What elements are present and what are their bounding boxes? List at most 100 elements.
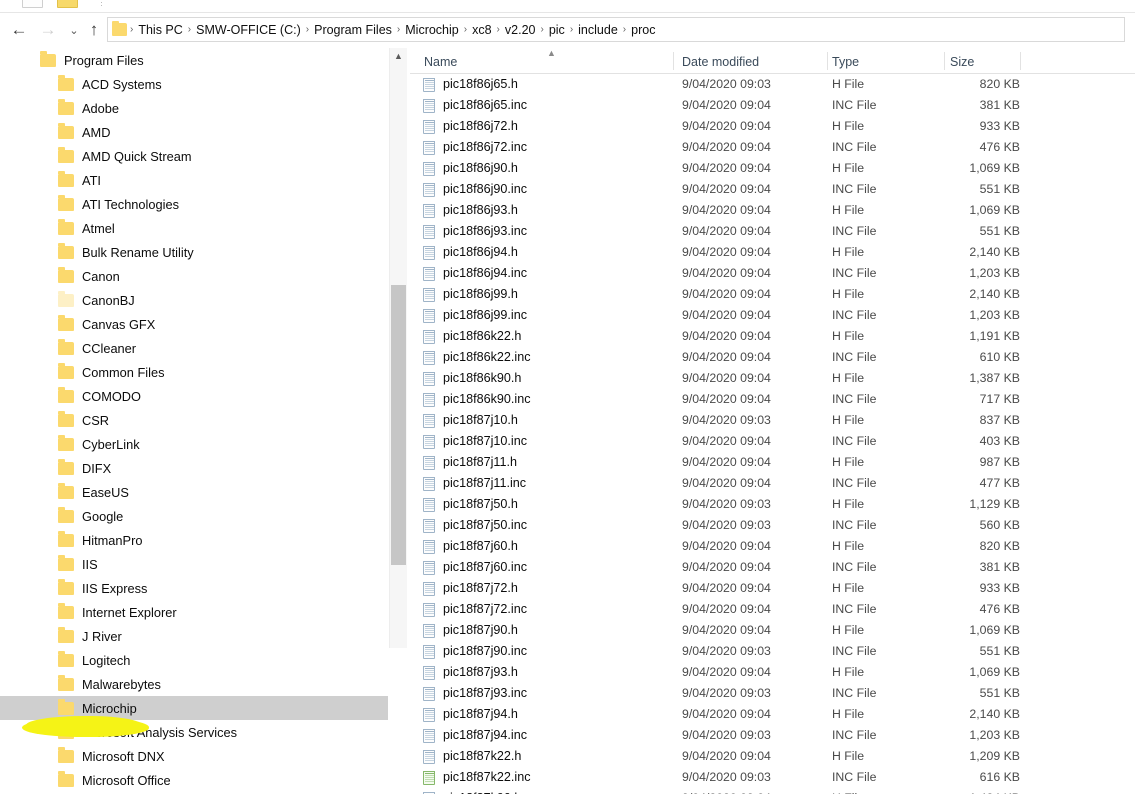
- tree-item-microsoft-dnx[interactable]: Microsoft DNX: [0, 744, 388, 768]
- table-row[interactable]: pic18f87j72.inc9/04/2020 09:04INC File47…: [410, 599, 1135, 620]
- tree-item-cyberlink[interactable]: CyberLink: [0, 432, 388, 456]
- tree-item-acd-systems[interactable]: ACD Systems: [0, 72, 388, 96]
- table-row[interactable]: pic18f86j90.h9/04/2020 09:04H File1,069 …: [410, 158, 1135, 179]
- table-row[interactable]: pic18f86j94.h9/04/2020 09:04H File2,140 …: [410, 242, 1135, 263]
- breadcrumb-item-program-files[interactable]: Program Files: [310, 23, 396, 37]
- table-row[interactable]: pic18f87j60.inc9/04/2020 09:04INC File38…: [410, 557, 1135, 578]
- tree-item-bulk-rename-utility[interactable]: Bulk Rename Utility: [0, 240, 388, 264]
- breadcrumb-item-microchip[interactable]: Microchip: [401, 23, 463, 37]
- tree-item-canvas-gfx[interactable]: Canvas GFX: [0, 312, 388, 336]
- folder-chip-icon[interactable]: [57, 0, 78, 8]
- table-row[interactable]: pic18f87j10.h9/04/2020 09:03H File837 KB: [410, 410, 1135, 431]
- breadcrumb-item-v2-20[interactable]: v2.20: [501, 23, 540, 37]
- navigation-pane-scrollbar[interactable]: ▲: [389, 48, 407, 648]
- tree-item-easeus[interactable]: EaseUS: [0, 480, 388, 504]
- table-row[interactable]: pic18f86j94.inc9/04/2020 09:04INC File1,…: [410, 263, 1135, 284]
- table-row[interactable]: pic18f86k90.inc9/04/2020 09:04INC File71…: [410, 389, 1135, 410]
- tree-item-microchip[interactable]: Microchip: [0, 696, 388, 720]
- tree-item-adobe[interactable]: Adobe: [0, 96, 388, 120]
- table-row[interactable]: pic18f87j93.inc9/04/2020 09:03INC File55…: [410, 683, 1135, 704]
- table-row[interactable]: pic18f87j11.inc9/04/2020 09:04INC File47…: [410, 473, 1135, 494]
- tree-item-ati-technologies[interactable]: ATI Technologies: [0, 192, 388, 216]
- table-row[interactable]: pic18f87k22.h9/04/2020 09:04H File1,209 …: [410, 746, 1135, 767]
- table-row[interactable]: pic18f87j94.h9/04/2020 09:04H File2,140 …: [410, 704, 1135, 725]
- table-row[interactable]: pic18f86k22.inc9/04/2020 09:04INC File61…: [410, 347, 1135, 368]
- cell-date: 9/04/2020 09:03: [682, 767, 771, 788]
- table-row[interactable]: pic18f86j93.inc9/04/2020 09:04INC File55…: [410, 221, 1135, 242]
- up-one-level-button[interactable]: ↑: [84, 21, 104, 41]
- column-divider[interactable]: [827, 52, 828, 70]
- tree-item-csr[interactable]: CSR: [0, 408, 388, 432]
- cell-type: H File: [832, 200, 864, 221]
- breadcrumb-item-include[interactable]: include: [574, 23, 622, 37]
- tree-item-label: Internet Explorer: [82, 605, 177, 620]
- tree-item-ccleaner[interactable]: CCleaner: [0, 336, 388, 360]
- tree-item-google[interactable]: Google: [0, 504, 388, 528]
- breadcrumb-item-this-pc[interactable]: This PC: [134, 23, 186, 37]
- tree-item-comodo[interactable]: COMODO: [0, 384, 388, 408]
- table-row[interactable]: pic18f87j94.inc9/04/2020 09:03INC File1,…: [410, 725, 1135, 746]
- column-header-type[interactable]: Type: [832, 48, 859, 74]
- tree-item-malwarebytes[interactable]: Malwarebytes: [0, 672, 388, 696]
- tree-item-canon[interactable]: Canon: [0, 264, 388, 288]
- breadcrumb[interactable]: ›This PC›SMW-OFFICE (C:)›Program Files›M…: [107, 17, 1125, 42]
- column-header-date-modified[interactable]: Date modified: [682, 48, 759, 74]
- scroll-up-icon[interactable]: ▲: [390, 48, 407, 65]
- table-row[interactable]: pic18f87j72.h9/04/2020 09:04H File933 KB: [410, 578, 1135, 599]
- table-row[interactable]: pic18f87k22.inc9/04/2020 09:03INC File61…: [410, 767, 1135, 788]
- column-header-name[interactable]: Name: [424, 48, 457, 74]
- tree-item-ati[interactable]: ATI: [0, 168, 388, 192]
- tree-item-amd[interactable]: AMD: [0, 120, 388, 144]
- cell-name: pic18f86j90.h: [443, 158, 518, 179]
- overflow-dots-icon[interactable]: ⋮: [97, 0, 107, 8]
- table-row[interactable]: pic18f86j72.h9/04/2020 09:04H File933 KB: [410, 116, 1135, 137]
- table-row[interactable]: pic18f86j72.inc9/04/2020 09:04INC File47…: [410, 137, 1135, 158]
- tree-item-microsoft-office[interactable]: Microsoft Office: [0, 768, 388, 792]
- table-row[interactable]: pic18f87k90.h9/04/2020 09:04H File1,484 …: [410, 788, 1135, 794]
- tree-item-logitech[interactable]: Logitech: [0, 648, 388, 672]
- table-row[interactable]: pic18f86j65.inc9/04/2020 09:04INC File38…: [410, 95, 1135, 116]
- column-divider[interactable]: [673, 52, 674, 70]
- sort-ascending-icon: ▲: [547, 49, 556, 58]
- breadcrumb-item-smw-office-c[interactable]: SMW-OFFICE (C:): [192, 23, 305, 37]
- column-divider[interactable]: [1020, 52, 1021, 70]
- tree-item-iis-express[interactable]: IIS Express: [0, 576, 388, 600]
- tree-item-difx[interactable]: DIFX: [0, 456, 388, 480]
- breadcrumb-item-proc[interactable]: proc: [627, 23, 659, 37]
- table-row[interactable]: pic18f87j60.h9/04/2020 09:04H File820 KB: [410, 536, 1135, 557]
- tree-item-program-files[interactable]: Program Files: [0, 48, 388, 72]
- scrollbar-thumb[interactable]: [391, 285, 406, 565]
- column-header-size[interactable]: Size: [950, 48, 974, 74]
- tree-item-amd-quick-stream[interactable]: AMD Quick Stream: [0, 144, 388, 168]
- tree-item-microsoft-analysis-services[interactable]: Microsoft Analysis Services: [0, 720, 388, 744]
- tree-item-common-files[interactable]: Common Files: [0, 360, 388, 384]
- table-row[interactable]: pic18f86j93.h9/04/2020 09:04H File1,069 …: [410, 200, 1135, 221]
- back-button[interactable]: ←: [9, 21, 29, 41]
- table-row[interactable]: pic18f87j90.h9/04/2020 09:04H File1,069 …: [410, 620, 1135, 641]
- tree-item-canonbj[interactable]: CanonBJ: [0, 288, 388, 312]
- table-row[interactable]: pic18f87j11.h9/04/2020 09:04H File987 KB: [410, 452, 1135, 473]
- tree-item-iis[interactable]: IIS: [0, 552, 388, 576]
- table-row[interactable]: pic18f86k22.h9/04/2020 09:04H File1,191 …: [410, 326, 1135, 347]
- table-row[interactable]: pic18f87j10.inc9/04/2020 09:04INC File40…: [410, 431, 1135, 452]
- tree-item-hitmanpro[interactable]: HitmanPro: [0, 528, 388, 552]
- table-row[interactable]: pic18f87j50.inc9/04/2020 09:03INC File56…: [410, 515, 1135, 536]
- column-divider[interactable]: [944, 52, 945, 70]
- table-row[interactable]: pic18f86j65.h9/04/2020 09:03H File820 KB: [410, 74, 1135, 95]
- folder-icon: [40, 54, 56, 67]
- tree-item-atmel[interactable]: Atmel: [0, 216, 388, 240]
- table-row[interactable]: pic18f86j99.h9/04/2020 09:04H File2,140 …: [410, 284, 1135, 305]
- breadcrumb-item-pic[interactable]: pic: [545, 23, 569, 37]
- table-row[interactable]: pic18f86k90.h9/04/2020 09:04H File1,387 …: [410, 368, 1135, 389]
- table-row[interactable]: pic18f87j93.h9/04/2020 09:04H File1,069 …: [410, 662, 1135, 683]
- table-row[interactable]: pic18f87j90.inc9/04/2020 09:03INC File55…: [410, 641, 1135, 662]
- table-row[interactable]: pic18f86j99.inc9/04/2020 09:04INC File1,…: [410, 305, 1135, 326]
- recent-locations-button[interactable]: ⌄: [64, 21, 84, 41]
- file-chip-icon[interactable]: [22, 0, 43, 8]
- tree-item-internet-explorer[interactable]: Internet Explorer: [0, 600, 388, 624]
- breadcrumb-item-xc8[interactable]: xc8: [468, 23, 495, 37]
- table-row[interactable]: pic18f87j50.h9/04/2020 09:03H File1,129 …: [410, 494, 1135, 515]
- tree-item-j-river[interactable]: J River: [0, 624, 388, 648]
- forward-button[interactable]: →: [38, 21, 58, 41]
- table-row[interactable]: pic18f86j90.inc9/04/2020 09:04INC File55…: [410, 179, 1135, 200]
